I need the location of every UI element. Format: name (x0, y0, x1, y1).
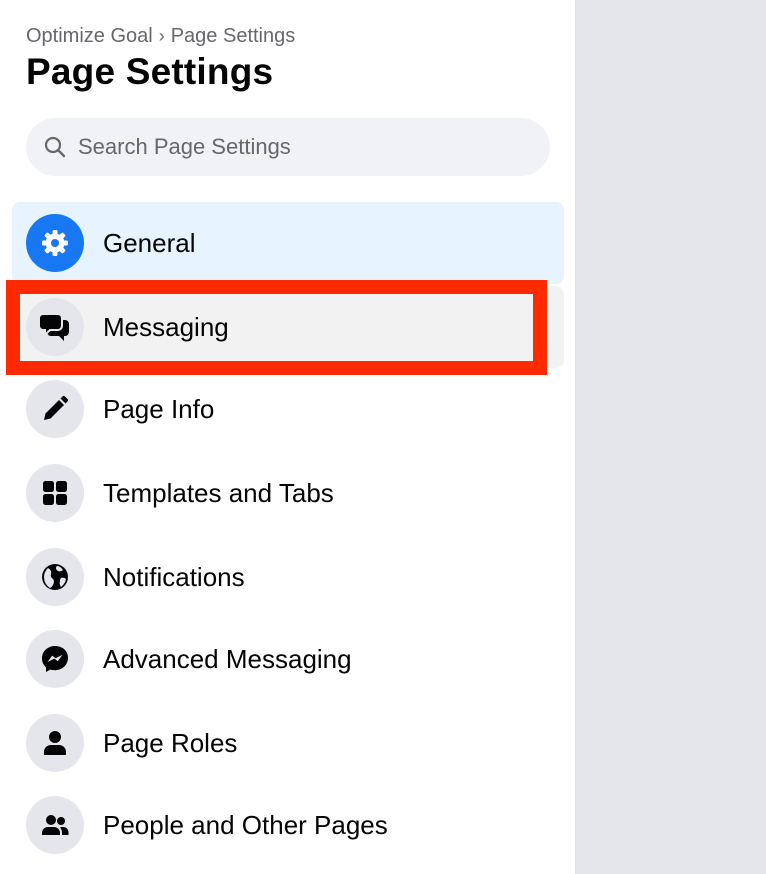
chat-bubbles-icon (26, 298, 84, 356)
main-content-area (577, 0, 766, 874)
gear-icon (26, 214, 84, 272)
search-input[interactable] (78, 134, 508, 160)
sidebar-item-templates-and-tabs[interactable]: Templates and Tabs (12, 452, 564, 534)
sidebar-item-label: Notifications (103, 561, 245, 592)
sidebar-item-label: Page Info (103, 393, 215, 424)
sidebar-item-label: People and Other Pages (103, 809, 388, 840)
sidebar-item-people-and-other-pages[interactable]: People and Other Pages (12, 784, 564, 866)
breadcrumb-parent[interactable]: Optimize Goal (26, 25, 153, 47)
sidebar-item-label: Advanced Messaging (103, 643, 352, 674)
search-bar[interactable] (26, 118, 550, 176)
settings-sidebar: Optimize Goal › Page Settings Page Setting… (0, 0, 576, 874)
sidebar-item-page-roles[interactable]: Page Roles (12, 702, 564, 784)
sidebar-item-messaging[interactable]: Messaging (12, 286, 564, 368)
sidebar-item-page-info[interactable]: Page Info (12, 368, 564, 450)
sidebar-item-general[interactable]: General (12, 202, 564, 284)
people-icon (26, 796, 84, 854)
person-icon (26, 714, 84, 772)
page-title: Page Settings (26, 51, 274, 92)
breadcrumb-current: Page Settings (170, 25, 296, 47)
messenger-icon (26, 630, 84, 688)
sidebar-item-label: Page Roles (103, 727, 238, 758)
globe-icon (26, 548, 84, 606)
sidebar-item-notifications[interactable]: Notifications (12, 536, 564, 618)
sidebar-item-label: Templates and Tabs (103, 477, 334, 508)
breadcrumb: Optimize Goal › Page Settings (26, 25, 295, 48)
pencil-icon (26, 380, 84, 438)
grid-icon (26, 464, 84, 522)
sidebar-item-label: Messaging (103, 311, 229, 342)
breadcrumb-separator: › (158, 26, 165, 46)
sidebar-item-advanced-messaging[interactable]: Advanced Messaging (12, 618, 564, 700)
search-icon (42, 134, 68, 160)
sidebar-item-label: General (103, 227, 196, 258)
